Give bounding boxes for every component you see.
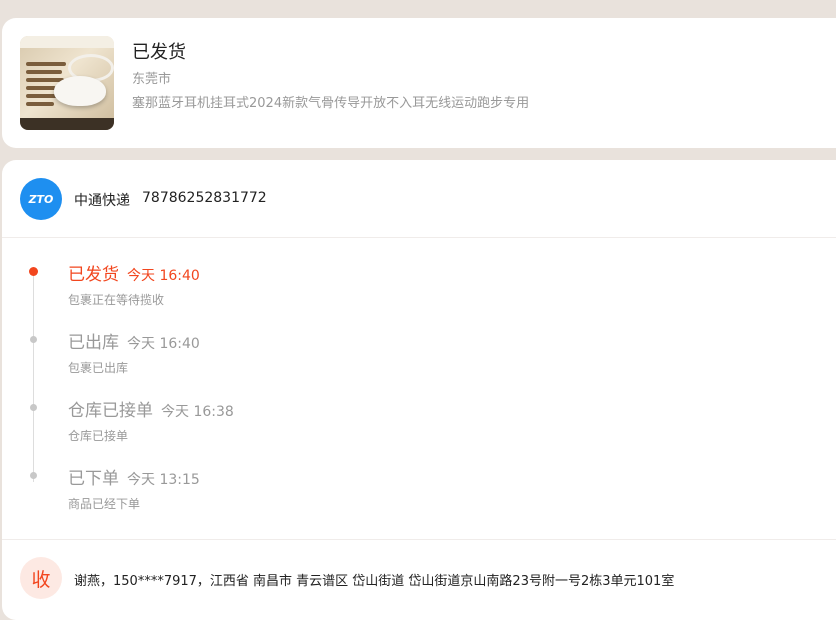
earphone-graphic	[54, 76, 106, 106]
thumbnail-footer-strip	[20, 118, 114, 130]
event-status: 已下单	[68, 469, 119, 489]
divider	[2, 539, 836, 540]
timeline-event-shipped: 已发货 今天 16:40 包裹正在等待揽收	[2, 260, 802, 320]
event-time: 今天 16:40	[127, 336, 200, 352]
timeline-dot-active	[29, 267, 38, 276]
product-title[interactable]: 塞那蓝牙耳机挂耳式2024新款气骨传导开放不入耳无线运动跑步专用	[132, 92, 529, 111]
product-thumbnail[interactable]	[20, 36, 114, 130]
event-title: 仓库已接单 今天 16:38	[68, 396, 234, 421]
receiver-address: 谢燕，150****7917，江西省 南昌市 青云谱区 岱山街道 岱山街道京山南…	[74, 574, 675, 589]
thumbnail-feature-tag	[26, 102, 54, 106]
timeline-dot	[30, 404, 37, 411]
event-title: 已出库 今天 16:40	[68, 328, 200, 353]
divider	[2, 237, 836, 238]
logistics-card: ZTO 中通快递 78786252831772 已发货 今天 16:40 包裹正在…	[2, 160, 836, 620]
event-status: 仓库已接单	[68, 401, 153, 421]
event-title: 已下单 今天 13:15	[68, 464, 200, 489]
timeline-event-warehouse-accepted: 仓库已接单 今天 16:38 仓库已接单	[2, 396, 802, 456]
timeline-dot	[30, 336, 37, 343]
event-title: 已发货 今天 16:40	[68, 260, 200, 285]
timeline-event-ordered: 已下单 今天 13:15 商品已经下单	[2, 464, 802, 524]
event-time: 今天 16:38	[161, 404, 234, 420]
carrier-name: 中通快递	[74, 193, 130, 209]
ship-from-city: 东莞市	[132, 72, 172, 87]
event-status: 已发货	[68, 265, 119, 285]
event-description: 包裹正在等待揽收	[68, 293, 165, 307]
event-description: 包裹已出库	[68, 361, 129, 375]
receiver-icon: 收	[20, 557, 62, 599]
thumbnail-feature-tag	[26, 62, 66, 66]
event-status: 已出库	[68, 333, 119, 353]
thumbnail-header-strip	[20, 36, 114, 48]
zto-logo-icon: ZTO	[20, 178, 62, 220]
event-description: 商品已经下单	[68, 497, 141, 511]
tracking-number[interactable]: 78786252831772	[142, 190, 267, 206]
order-summary-card[interactable]: 已发货 东莞市 塞那蓝牙耳机挂耳式2024新款气骨传导开放不入耳无线运动跑步专用	[2, 18, 836, 148]
thumbnail-feature-tag	[26, 70, 62, 74]
event-time: 今天 16:40	[127, 268, 200, 284]
event-time: 今天 13:15	[127, 472, 200, 488]
timeline-event-outbound: 已出库 今天 16:40 包裹已出库	[2, 328, 802, 388]
order-status: 已发货	[132, 42, 186, 63]
event-description: 仓库已接单	[68, 429, 129, 443]
timeline-dot	[30, 472, 37, 479]
thumbnail-feature-tag	[26, 86, 56, 90]
